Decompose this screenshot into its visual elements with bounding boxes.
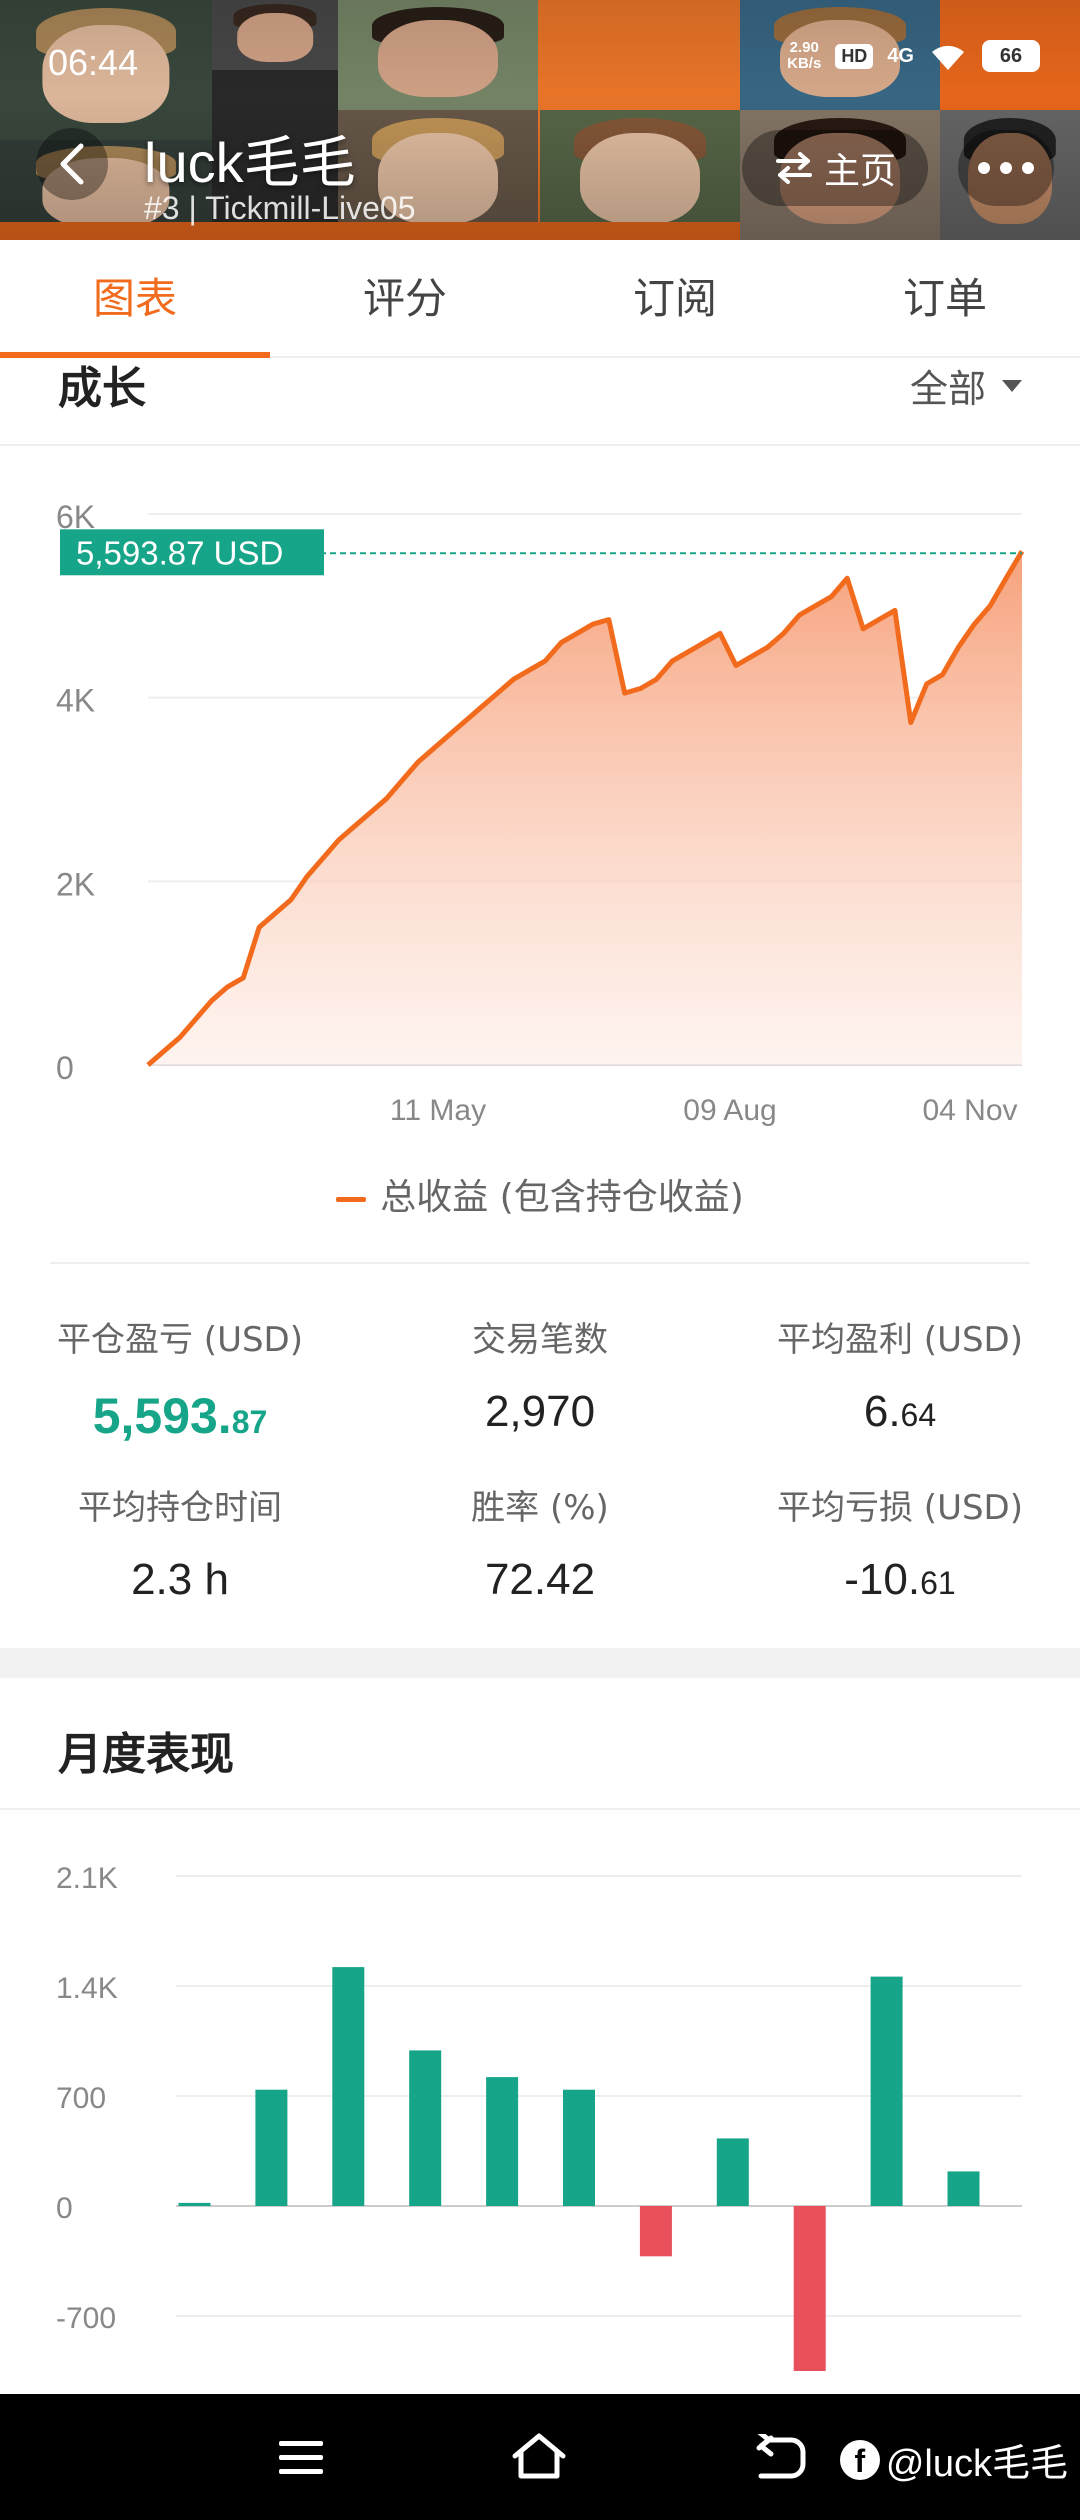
stat-value: 5,593.87 [92, 1388, 268, 1444]
system-nav-bar: f @luck毛毛 [0, 2394, 1080, 2520]
system-back-button[interactable] [748, 2424, 814, 2490]
x-tick-label: 04 Nov [922, 1094, 1017, 1127]
legend-swatch [336, 1196, 367, 1202]
stat-item: 胜率 (%) 72.42 [360, 1480, 720, 1605]
back-button[interactable] [36, 128, 108, 200]
growth-legend: 总收益 (包含持仓收益) [0, 1168, 1080, 1220]
x-tick-label: 11 May [390, 1094, 486, 1127]
trader-name: luck毛毛 [144, 131, 356, 194]
y-tick-label: 0 [56, 2192, 73, 2225]
battery-icon: 66 [982, 40, 1040, 72]
current-value-label: 5,593.87 USD [76, 534, 283, 571]
stat-item: 平仓盈亏 (USD) 5,593.87 [0, 1312, 360, 1445]
section-separator [0, 1648, 1080, 1678]
home-page-label: 主页 [823, 151, 896, 192]
home-button[interactable] [506, 2424, 572, 2490]
status-icons: 2.90 KB/s HD 4G 66 [787, 40, 1040, 72]
account-subtitle: #3 | Tickmill-Live05 [144, 190, 416, 226]
growth-section-title: 成长 [58, 363, 146, 414]
tab-orders[interactable]: 订单 [810, 240, 1080, 356]
watermark-handle: @luck毛毛 [885, 2443, 1068, 2485]
stat-label: 平均亏损 (USD) [777, 1488, 1023, 1528]
network-speed: 2.90 KB/s [787, 39, 822, 72]
swap-icon [775, 152, 812, 184]
y-tick-label: 4K [56, 683, 95, 719]
monthly-bar-chart: -700 0 700 1.4K 2.1K [56, 1862, 1022, 2371]
period-filter-label: 全部 [909, 367, 986, 411]
stat-value: -10.61 [844, 1555, 956, 1604]
monthly-bar[interactable] [178, 2202, 211, 2206]
growth-area-chart: 02K4K6K5,593.87 USD11 May 09 Aug 04 Nov [56, 499, 1025, 1127]
tab-rating[interactable]: 评分 [270, 240, 540, 356]
tab-subscribe[interactable]: 订阅 [540, 240, 810, 356]
more-icon [978, 162, 1034, 174]
watermark: f @luck毛毛 [839, 2432, 1068, 2487]
x-tick-label: 09 Aug [683, 1094, 776, 1127]
monthly-bar[interactable] [486, 2077, 519, 2206]
menu-icon [279, 2441, 323, 2474]
stat-value: 2,970 [484, 1387, 596, 1436]
y-tick-label: 2.1K [56, 1862, 118, 1895]
stat-label: 平仓盈亏 (USD) [57, 1320, 303, 1360]
home-page-button[interactable]: 主页 [742, 130, 928, 206]
stat-label: 交易笔数 [472, 1320, 608, 1360]
legend-label: 总收益 (包含持仓收益) [380, 1177, 744, 1218]
y-tick-label: 2K [56, 866, 95, 902]
profile-header: 06:44 2.90 KB/s HD 4G 66 luck毛毛 #3 | Tic… [0, 0, 1080, 240]
y-tick-label: 700 [56, 2082, 106, 2115]
stat-item: 平均盈利 (USD) 6.64 [720, 1312, 1080, 1437]
period-filter-dropdown[interactable]: 全部 [910, 358, 1024, 413]
hd-icon: HD [835, 43, 874, 69]
status-time: 06:44 [48, 42, 139, 83]
stat-item: 平均亏损 (USD) -10.61 [720, 1480, 1080, 1605]
y-tick-label: 1.4K [56, 1972, 118, 2005]
signal-icon: 4G [887, 44, 914, 67]
monthly-section-title: 月度表现 [58, 1729, 234, 1780]
chevron-left-icon [60, 143, 84, 185]
monthly-bar[interactable] [793, 2206, 826, 2371]
caret-down-icon [1002, 379, 1022, 392]
stat-label: 平均持仓时间 [78, 1488, 282, 1528]
monthly-bar[interactable] [947, 2171, 980, 2206]
monthly-bar[interactable] [332, 1967, 365, 2206]
tab-chart[interactable]: 图表 [0, 240, 270, 358]
monthly-bar[interactable] [563, 2089, 595, 2206]
stat-label: 平均盈利 (USD) [777, 1320, 1023, 1360]
monthly-bar[interactable] [870, 1976, 903, 2206]
stat-label: 胜率 (%) [471, 1488, 609, 1528]
stat-value: 6.64 [863, 1387, 937, 1436]
stat-value: 2.3 h [131, 1555, 229, 1604]
y-tick-label: -700 [56, 2302, 116, 2335]
y-tick-label: 0 [56, 1050, 74, 1086]
wifi-icon [932, 45, 964, 70]
facebook-icon: f [839, 2439, 880, 2480]
more-options-button[interactable] [958, 130, 1054, 206]
stat-value: 72.42 [484, 1555, 596, 1604]
home-icon [512, 2433, 566, 2479]
monthly-bar[interactable] [255, 2089, 288, 2206]
monthly-bar[interactable] [639, 2206, 672, 2257]
tab-bar: 图表 评分 订阅 订单 [0, 240, 1080, 358]
monthly-bar[interactable] [409, 2050, 442, 2206]
back-icon [756, 2434, 806, 2479]
stat-item: 平均持仓时间 2.3 h [0, 1480, 360, 1605]
menu-button[interactable] [268, 2424, 334, 2490]
stat-item: 交易笔数 2,970 [360, 1312, 720, 1437]
monthly-bar[interactable] [716, 2138, 749, 2206]
